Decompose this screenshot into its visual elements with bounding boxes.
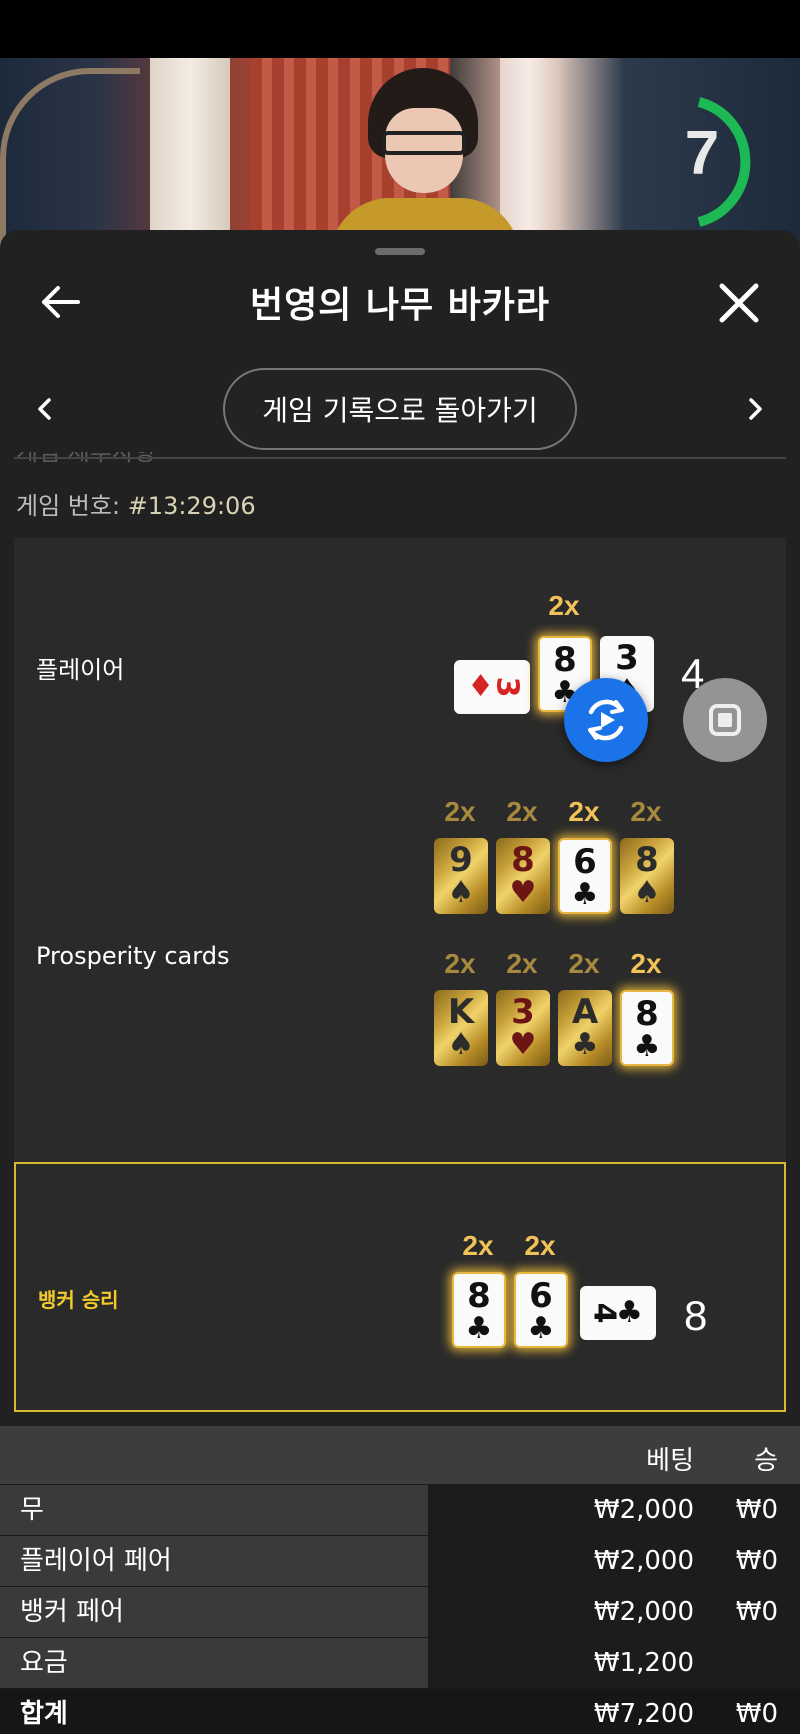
prosperity-card: A ♣ <box>558 990 612 1066</box>
bets-table: 베팅 승 무 ₩2,000 ₩0 플레이어 페어 ₩2,000 ₩0 뱅커 페어 ₩… <box>0 1426 800 1734</box>
table-header: 베팅 승 <box>0 1426 800 1484</box>
bet-amount: ₩2,000 <box>593 1495 694 1525</box>
game-number: 게임 번호: #13:29:06 <box>16 486 256 521</box>
prosperity-card: K ♠ <box>434 990 488 1066</box>
round-navigation: 게임 기록으로 돌아가기 <box>0 366 800 452</box>
bet-amount: ₩2,000 <box>593 1597 694 1627</box>
bet-type: 뱅커 페어 <box>0 1587 428 1638</box>
prosperity-label: Prosperity cards <box>36 942 230 970</box>
bet-type: 요금 <box>0 1638 428 1689</box>
table-total-row: 합계 ₩7,200 ₩0 <box>0 1688 800 1734</box>
banker-score: 8 <box>684 1292 708 1339</box>
game-history-sheet: 번영의 나무 바카라 게임 기록으로 돌아가기 게임 세부사항 게임 번호: #… <box>0 230 800 1734</box>
sheet-header: 번영의 나무 바카라 <box>0 266 800 346</box>
game-number-label: 게임 번호: <box>16 492 121 520</box>
close-icon[interactable] <box>716 280 762 326</box>
chevron-right-icon[interactable] <box>735 384 775 434</box>
column-bet: 베팅 <box>646 1446 694 1476</box>
backdrop-arch <box>0 68 140 248</box>
table-row: 무 ₩2,000 ₩0 <box>0 1484 800 1536</box>
win-amount: ₩0 <box>735 1546 778 1576</box>
prosperity-multiplier: 2x <box>444 948 476 979</box>
player-label: 플레이어 <box>36 656 125 684</box>
table-row: 뱅커 페어 ₩2,000 ₩0 <box>0 1586 800 1638</box>
prosperity-card: 8 ♠ <box>620 838 674 914</box>
prosperity-multiplier: 2x <box>630 948 662 979</box>
sheet-drag-handle[interactable] <box>375 248 425 255</box>
prosperity-card: 8 ♥ <box>496 838 550 914</box>
game-number-value: #13:29:06 <box>127 492 256 520</box>
player-multiplier: 2x <box>548 590 580 621</box>
chevron-left-icon[interactable] <box>25 384 65 434</box>
total-label: 합계 <box>0 1689 428 1734</box>
prosperity-card: 6 ♣ <box>558 838 612 914</box>
banker-result-box: 뱅커 승리 2x 2x 8 ♣ 6 ♣ 4♣ 8 <box>14 1162 786 1412</box>
table-row: 요금 ₩1,200 <box>0 1637 800 1689</box>
bet-amount: ₩1,200 <box>593 1648 694 1678</box>
prosperity-multiplier: 2x <box>630 796 662 827</box>
prosperity-card: 3 ♥ <box>496 990 550 1066</box>
dealer-glasses <box>382 131 466 155</box>
prosperity-card: 8 ♣ <box>620 990 674 1066</box>
prosperity-card: 9 ♠ <box>434 838 488 914</box>
banker-win-label: 뱅커 승리 <box>38 1288 119 1312</box>
bet-amount: ₩2,000 <box>593 1546 694 1576</box>
replay-button[interactable] <box>564 678 648 762</box>
bet-type: 플레이어 페어 <box>0 1536 428 1587</box>
prosperity-multiplier: 2x <box>444 796 476 827</box>
bet-type: 무 <box>0 1485 428 1536</box>
table-row: 플레이어 페어 ₩2,000 ₩0 <box>0 1535 800 1587</box>
player-card-1: ♦3 <box>454 660 530 714</box>
prosperity-multiplier: 2x <box>568 796 600 827</box>
prosperity-multiplier: 2x <box>506 948 538 979</box>
column-win: 승 <box>754 1446 778 1476</box>
total-bet: ₩7,200 <box>593 1699 694 1729</box>
banker-card-1: 8 ♣ <box>452 1272 506 1348</box>
backdrop-column <box>500 58 560 248</box>
banker-multiplier: 2x <box>462 1230 494 1261</box>
win-amount: ₩0 <box>735 1495 778 1525</box>
countdown-value: 7 <box>684 119 720 188</box>
prosperity-multiplier: 2x <box>568 948 600 979</box>
replay-icon <box>588 699 624 741</box>
banker-card-2: 6 ♣ <box>514 1272 568 1348</box>
page-title: 번영의 나무 바카라 <box>249 285 551 326</box>
back-to-history-button[interactable]: 게임 기록으로 돌아가기 <box>223 368 577 450</box>
divider <box>14 457 786 459</box>
win-amount: ₩0 <box>735 1597 778 1627</box>
banker-multiplier: 2x <box>524 1230 556 1261</box>
backdrop-column <box>150 58 230 248</box>
banker-card-3: 4♣ <box>580 1286 656 1340</box>
stop-icon <box>709 704 741 736</box>
prosperity-multiplier: 2x <box>506 796 538 827</box>
total-win: ₩0 <box>735 1699 778 1729</box>
stop-button[interactable] <box>683 678 767 762</box>
